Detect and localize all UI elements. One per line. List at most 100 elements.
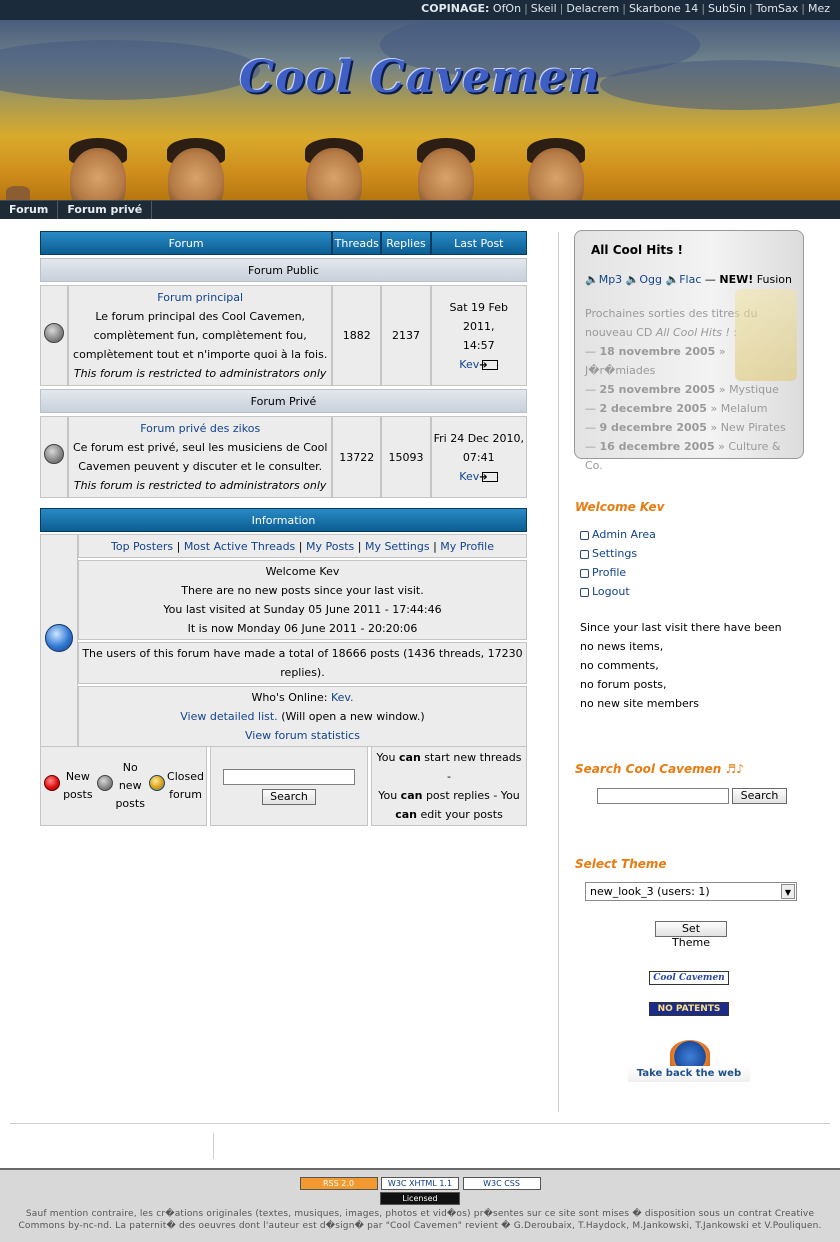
forum-description: Le forum principal des Cool Cavemen, com… (73, 310, 328, 361)
category-forum-prive[interactable]: Forum Privé (40, 389, 527, 413)
forum-statistics-link[interactable]: View forum statistics (245, 729, 360, 742)
ogg-link[interactable]: Ogg (639, 273, 662, 286)
col-replies: Replies (381, 231, 431, 255)
forum-description: Ce forum est privé, seul les musiciens d… (72, 441, 328, 473)
last-post-date: Fri 24 Dec 2010, (433, 431, 524, 445)
bullet-icon (580, 549, 589, 559)
profile-link[interactable]: Profile (592, 566, 626, 579)
since-line: no forum posts, (580, 678, 667, 691)
since-text: Since your last visit there have been (580, 621, 782, 634)
col-threads: Threads (332, 231, 382, 255)
no-new-posts-icon (44, 444, 65, 464)
theme-select[interactable]: new_look_3 (users: 1) ▼ (585, 882, 797, 901)
css-badge[interactable]: W3C CSS (462, 1177, 541, 1190)
friend-link[interactable]: Skeil (531, 2, 557, 15)
site-search-input[interactable] (597, 788, 729, 804)
new-window-note: (Will open a new window.) (281, 710, 425, 723)
most-active-threads-link[interactable]: Most Active Threads (184, 540, 295, 553)
site-banner: Cool Cavemen (0, 20, 840, 200)
xhtml-badge[interactable]: W3C XHTML 1.1 (381, 1177, 459, 1190)
last-post-user[interactable]: Kev (459, 470, 479, 483)
rss-badge[interactable]: RSS 2.0 (299, 1177, 378, 1190)
release-title: J�r�miades (585, 364, 656, 377)
permission-can: can (400, 789, 423, 802)
admin-area-link[interactable]: Admin Area (592, 528, 656, 541)
release-date: 9 decembre 2005 (599, 421, 707, 434)
last-post-user[interactable]: Kev (459, 358, 479, 371)
cool-cavemen-badge[interactable]: Cool Cavemen (649, 971, 729, 985)
legend-closed-forum: Closed forum (167, 770, 204, 801)
friend-link[interactable]: TomSax (756, 2, 799, 15)
friend-link[interactable]: Mez (808, 2, 830, 15)
flac-link[interactable]: Flac (679, 273, 701, 286)
view-detailed-list-link[interactable]: View detailed list. (180, 710, 277, 723)
new-label: NEW! (719, 273, 754, 286)
my-settings-link[interactable]: My Settings (365, 540, 430, 553)
friend-link[interactable]: Skarbone 14 (629, 2, 698, 15)
release-date: 2 decembre 2005 (599, 402, 707, 415)
sound-icon: 🔈 (665, 273, 680, 286)
set-theme-button[interactable]: Set Theme (655, 921, 727, 949)
friend-link[interactable]: SubSin (708, 2, 746, 15)
no-new-posts-icon (96, 775, 113, 791)
col-forum: Forum (40, 231, 333, 255)
forum-title-link[interactable]: Forum privé des zikos (140, 422, 260, 435)
forum-row: Forum privé des zikos Ce forum est privé… (40, 416, 527, 498)
information-table: Information Top Posters | Most Active Th… (40, 508, 527, 747)
now-text: It is now Monday 06 June 2011 - 20:20:06 (187, 622, 418, 635)
bullet-icon (580, 587, 589, 597)
firefox-take-back-the-web[interactable]: Take back the web (628, 1066, 750, 1082)
since-line: no news items, (580, 640, 664, 653)
site-search-button[interactable]: Search (732, 788, 787, 804)
new-posts-icon (44, 775, 61, 791)
top-links-bar: COPINAGE: OfOn | Skeil | Delacrem | Skarbone 1… (0, 0, 840, 20)
legend-cell: New posts No new posts Closed forum (40, 746, 207, 826)
post-totals: The users of this forum have made a tota… (78, 642, 527, 684)
no-new-posts-text: There are no new posts since your last v… (181, 584, 424, 597)
chevron-down-icon[interactable]: ▼ (781, 884, 795, 899)
cc-licensed-badge[interactable]: Licensed (380, 1192, 460, 1205)
no-patents-badge[interactable]: NO PATENTS (649, 1002, 729, 1016)
release-date: 16 decembre 2005 (599, 440, 715, 453)
mp3-link[interactable]: Mp3 (599, 273, 622, 286)
permission-can: can (399, 751, 421, 764)
permissions-cell: You can start new threads - You can post… (371, 746, 527, 826)
select-theme-heading: Select Theme (575, 857, 667, 871)
go-to-last-post-icon[interactable] (479, 468, 499, 487)
no-new-posts-icon (44, 322, 65, 343)
last-post-date: Sat 19 Feb 2011, (449, 300, 509, 333)
copinage-label: COPINAGE: (421, 2, 490, 15)
permission-text: edit your posts (420, 808, 503, 821)
site-footer: RSS 2.0 W3C XHTML 1.1 W3C CSS Licensed S… (0, 1168, 840, 1242)
forum-search-input[interactable] (223, 768, 355, 785)
my-posts-link[interactable]: My Posts (306, 540, 354, 553)
speaker-icon (735, 289, 797, 381)
thread-count: 1882 (332, 285, 382, 386)
forum-restriction-note: This forum is restricted to administrato… (73, 479, 327, 492)
welcome-text: Welcome Kev (265, 565, 340, 578)
top-posters-link[interactable]: Top Posters (111, 540, 173, 553)
permission-text: You (378, 789, 398, 802)
category-forum-public[interactable]: Forum Public (40, 258, 527, 282)
settings-link[interactable]: Settings (592, 547, 637, 560)
info-links: Top Posters | Most Active Threads | My P… (78, 534, 527, 558)
sound-icon: 🔈 (625, 273, 640, 286)
go-to-last-post-icon[interactable] (479, 356, 499, 375)
online-user-link[interactable]: Kev. (331, 691, 354, 704)
nav-forum-prive[interactable]: Forum privé (58, 201, 153, 219)
last-visit-text: You last visited at Sunday 05 June 2011 … (163, 603, 442, 616)
firefox-globe-icon (670, 1040, 710, 1068)
forum-title-link[interactable]: Forum principal (157, 291, 243, 304)
footer-divider (213, 1133, 214, 1159)
friend-link[interactable]: Delacrem (566, 2, 619, 15)
banner-title[interactable]: Cool Cavemen (0, 52, 840, 103)
info-cube-icon (45, 623, 73, 652)
permission-can: can (395, 808, 417, 821)
legend-table: New posts No new posts Closed forum Sear… (40, 746, 527, 826)
friend-link[interactable]: OfOn (493, 2, 521, 15)
information-header: Information (40, 508, 527, 532)
forum-search-button[interactable]: Search (262, 788, 316, 805)
logout-link[interactable]: Logout (592, 585, 630, 598)
nav-forum[interactable]: Forum (0, 201, 59, 219)
my-profile-link[interactable]: My Profile (440, 540, 494, 553)
